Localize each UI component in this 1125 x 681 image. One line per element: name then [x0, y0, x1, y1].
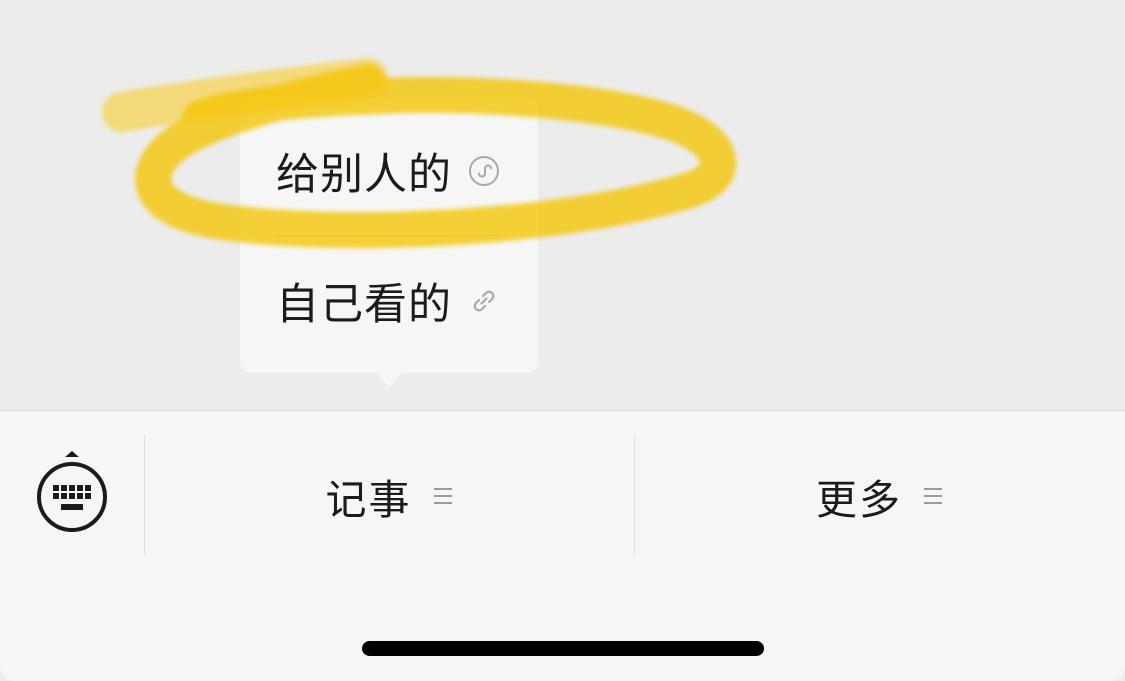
tab-label: 记事: [325, 476, 412, 524]
mini-program-icon: [468, 155, 500, 187]
menu-lines-icon: [432, 485, 454, 507]
menu-lines-icon: [922, 485, 944, 507]
content-area: [0, 0, 1125, 410]
menu-item-for-self[interactable]: 自己看的: [276, 266, 506, 336]
menu-item-label: 给别人的: [276, 150, 452, 200]
home-indicator: [362, 641, 764, 656]
popup-arrow: [376, 372, 402, 388]
keyboard-button[interactable]: [34, 451, 110, 537]
tab-label: 更多: [816, 476, 902, 524]
tab-more[interactable]: 更多: [635, 451, 1125, 541]
tab-notes[interactable]: 记事: [145, 451, 634, 541]
keyboard-icon: [37, 451, 107, 532]
menu-item-label: 自己看的: [276, 280, 452, 330]
menu-divider: [276, 235, 502, 236]
menu-item-for-others[interactable]: 给别人的: [276, 136, 506, 206]
link-icon: [468, 285, 500, 317]
